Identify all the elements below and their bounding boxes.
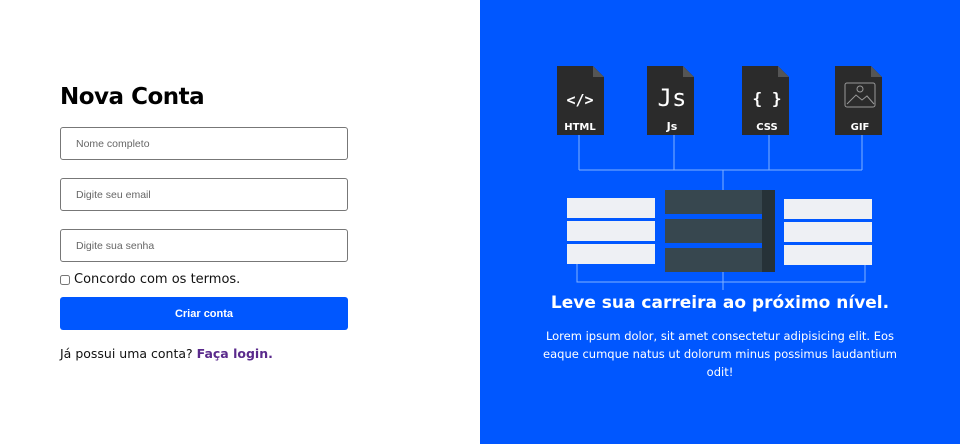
email-input[interactable] <box>60 178 348 211</box>
server-rack-left <box>567 198 655 264</box>
svg-text:{ }: { } <box>753 89 782 108</box>
login-link[interactable]: Faça login. <box>197 346 273 361</box>
svg-text:Js: Js <box>658 84 687 112</box>
file-icon-css: { } CSS <box>742 66 789 135</box>
file-icon-js: Js Js <box>647 66 694 135</box>
hero-description: Lorem ipsum dolor, sit amet consectetur … <box>543 329 897 379</box>
server-rack-center <box>665 190 775 272</box>
login-prompt: Já possui uma conta? Faça login. <box>60 346 273 361</box>
name-input[interactable] <box>60 127 348 160</box>
password-input[interactable] <box>60 229 348 262</box>
servers-illustration: </> HTML Js Js { } CSS GIF <box>557 66 882 290</box>
terms-row[interactable]: Concordo com os termos. <box>60 272 240 287</box>
hero-panel: </> HTML Js Js { } CSS GIF Leve sua carr… <box>480 0 960 444</box>
terms-label: Concordo com os termos. <box>74 272 241 287</box>
svg-text:GIF: GIF <box>851 122 870 133</box>
svg-text:</>: </> <box>566 91 593 109</box>
server-rack-right <box>784 199 872 265</box>
hero-headline: Leve sua carreira ao próximo nível. <box>550 293 890 313</box>
file-icon-gif: GIF <box>835 66 882 135</box>
svg-text:CSS: CSS <box>756 122 777 133</box>
page-title: Nova Conta <box>60 84 205 110</box>
signup-panel: Nova Conta Concordo com os termos. Criar… <box>0 0 480 444</box>
terms-checkbox[interactable] <box>60 274 70 285</box>
svg-text:HTML: HTML <box>564 122 596 133</box>
file-icon-html: </> HTML <box>557 66 604 135</box>
svg-text:Js: Js <box>666 120 678 133</box>
create-account-button[interactable]: Criar conta <box>60 297 348 330</box>
login-prompt-text: Já possui uma conta? <box>60 346 193 361</box>
